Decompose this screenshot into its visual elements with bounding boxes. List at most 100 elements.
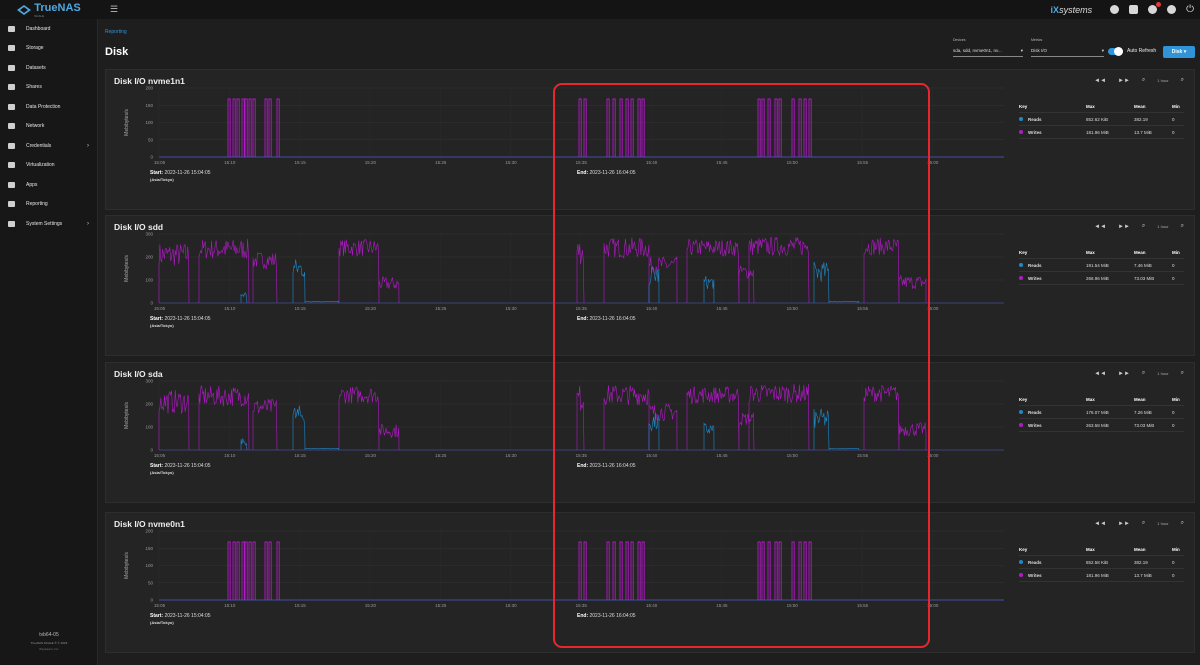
forward-icon[interactable]: ►► <box>1118 224 1130 230</box>
x-tick-label: 15:25 <box>435 603 447 608</box>
jobs-icon[interactable] <box>1129 5 1139 14</box>
sidebar-item-network[interactable]: Network <box>0 117 97 137</box>
series-name: Reads <box>1028 559 1042 565</box>
report-type-button[interactable]: Disk ▾ <box>1163 46 1195 58</box>
sidebar-item-virtualization[interactable]: Virtualization <box>0 156 97 176</box>
x-tick-label: 15:15 <box>294 160 306 165</box>
x-tick-label: 15:05 <box>154 160 166 165</box>
devices-select[interactable]: Devices sda, sdd, nvme0n1, nv... ▾ <box>953 38 1023 57</box>
legend-row-reads[interactable]: Reads 852.58 KiB 382.19 0 <box>1019 556 1184 569</box>
legend-key: Reads <box>1019 117 1086 122</box>
legend-row-writes[interactable]: Writes 181.96 MiB 13.7 MiB 0 <box>1019 126 1184 139</box>
account-icon[interactable] <box>1167 5 1177 14</box>
zoom-out-icon[interactable]: ⌕ <box>1181 77 1184 84</box>
truecommand-icon[interactable] <box>1110 5 1120 14</box>
rewind-icon[interactable]: ◄◄ <box>1094 521 1106 527</box>
zoom-in-icon[interactable]: ⌕ <box>1142 520 1145 527</box>
breadcrumb[interactable]: Reporting <box>105 29 127 35</box>
x-tick-label: 15:30 <box>505 160 517 165</box>
series-color-swatch <box>1019 263 1023 267</box>
zoom-in-icon[interactable]: ⌕ <box>1142 223 1145 230</box>
chevron-down-icon: ▾ <box>1020 47 1023 53</box>
zoom-out-icon[interactable]: ⌕ <box>1181 520 1184 527</box>
metrics-select[interactable]: Metrics Disk I/O ▾ <box>1031 38 1104 57</box>
legend-row-writes[interactable]: Writes 263.58 MiB 73.03 MiB 0 <box>1019 419 1184 432</box>
series-max: 263.58 MiB <box>1086 422 1109 428</box>
legend-header-max: Max <box>1086 249 1095 255</box>
menu-toggle-icon[interactable]: ☰ <box>110 4 118 15</box>
series-max: 191.54 MiB <box>1086 262 1109 268</box>
series-color-swatch <box>1019 276 1023 280</box>
legend-row-reads[interactable]: Reads 176.07 MiB 7.26 MiB 0 <box>1019 406 1184 419</box>
legend-row-reads[interactable]: Reads 191.54 MiB 7.46 MiB 0 <box>1019 259 1184 272</box>
rewind-icon[interactable]: ◄◄ <box>1094 224 1106 230</box>
series-mean: 382.19 <box>1134 116 1148 122</box>
series-color-swatch <box>1019 573 1023 577</box>
legend-row-reads[interactable]: Reads 852.62 KiB 382.19 0 <box>1019 113 1184 126</box>
zoom-out-icon[interactable]: ⌕ <box>1181 223 1184 230</box>
notifications-bell-icon[interactable] <box>1148 2 1162 14</box>
legend-key: Writes <box>1019 276 1086 281</box>
panel-controls: ◄◄ ►► ⌕ 1 hour ⌕ <box>1094 520 1184 527</box>
legend-key: Writes <box>1019 423 1086 428</box>
ixsystems-logo[interactable]: iXsystems <box>1051 5 1093 15</box>
sidebar-item-dashboard[interactable]: Dashboard <box>0 19 97 39</box>
y-tick-label: 0 <box>150 155 153 160</box>
y-tick-label: 100 <box>145 425 153 430</box>
series-color-swatch <box>1019 130 1023 134</box>
zoom-in-icon[interactable]: ⌕ <box>1142 77 1145 84</box>
zoom-out-icon[interactable]: ⌕ <box>1181 370 1184 377</box>
sidebar-item-credentials[interactable]: Credentials › <box>0 136 97 156</box>
y-tick-label: 50 <box>148 580 154 585</box>
vendor-name: systems <box>1059 4 1093 15</box>
y-tick-label: 0 <box>150 448 153 453</box>
legend-row-writes[interactable]: Writes 266.96 MiB 73.03 MiB 0 <box>1019 272 1184 285</box>
forward-icon[interactable]: ►► <box>1118 371 1130 377</box>
legend-header-mean: Mean <box>1134 249 1146 255</box>
y-tick-label: 200 <box>145 529 153 534</box>
series-mean: 7.26 MiB <box>1134 409 1152 415</box>
sidebar-item-label: Datasets <box>26 64 46 71</box>
x-tick-label: 15:20 <box>365 603 377 608</box>
rewind-icon[interactable]: ◄◄ <box>1094 78 1106 84</box>
gear-icon <box>8 220 15 227</box>
sidebar-item-label: Credentials <box>26 142 52 149</box>
sidebar-item-shares[interactable]: Shares <box>0 78 97 98</box>
legend-header-mean: Mean <box>1134 396 1146 402</box>
sidebar-item-datasets[interactable]: Datasets <box>0 58 97 78</box>
sidebar: Dashboard Storage Datasets Shares Data Prote… <box>0 19 98 665</box>
start-value: 2023-11-26 15:04:05 <box>164 316 211 322</box>
sidebar-item-storage[interactable]: Storage <box>0 39 97 59</box>
rewind-icon[interactable]: ◄◄ <box>1094 371 1106 377</box>
legend-row-writes[interactable]: Writes 181.96 MiB 13.7 MiB 0 <box>1019 569 1184 582</box>
sidebar-item-apps[interactable]: Apps <box>0 175 97 195</box>
series-min: 0 <box>1172 422 1175 428</box>
forward-icon[interactable]: ►► <box>1118 521 1130 527</box>
x-tick-label: 15:30 <box>505 306 517 311</box>
power-icon[interactable]: ⏻ <box>1186 4 1194 15</box>
legend-table: Key Max Mean Min Reads 852.58 KiB 382.19 0 Write… <box>1019 543 1184 582</box>
x-tick-label: 15:25 <box>435 160 447 165</box>
forward-icon[interactable]: ►► <box>1118 78 1130 84</box>
series-min: 0 <box>1172 129 1175 135</box>
series-name: Reads <box>1028 116 1042 122</box>
x-tick-label: 15:15 <box>294 453 306 458</box>
legend-header-max: Max <box>1086 103 1095 109</box>
legend-table: Key Max Mean Min Reads 176.07 MiB 7.26 MiB 0 Wri… <box>1019 393 1184 432</box>
x-tick-label: 15:05 <box>154 453 166 458</box>
series-max: 852.58 KiB <box>1086 559 1109 565</box>
y-tick-label: 100 <box>145 563 153 568</box>
chevron-down-icon: ▾ <box>1101 47 1104 53</box>
sidebar-footer: tvb64-05 TrueNAS SCALE ® © 2023 iXsystem… <box>0 632 98 651</box>
zoom-in-icon[interactable]: ⌕ <box>1142 370 1145 377</box>
sidebar-item-system-settings[interactable]: System Settings › <box>0 214 97 234</box>
sidebar-item-reporting[interactable]: Reporting <box>0 195 97 215</box>
time-range-label: 1 hour <box>1157 78 1169 83</box>
panel-controls: ◄◄ ►► ⌕ 1 hour ⌕ <box>1094 223 1184 230</box>
auto-refresh-toggle[interactable] <box>1108 47 1123 56</box>
truenas-logo[interactable]: TrueNAS SCALE <box>0 0 98 19</box>
x-tick-label: 15:05 <box>154 603 166 608</box>
y-tick-label: 200 <box>145 402 153 407</box>
legend-table: Key Max Mean Min Reads 191.54 MiB 7.46 MiB 0 Wri… <box>1019 246 1184 285</box>
sidebar-item-data-protection[interactable]: Data Protection <box>0 97 97 117</box>
